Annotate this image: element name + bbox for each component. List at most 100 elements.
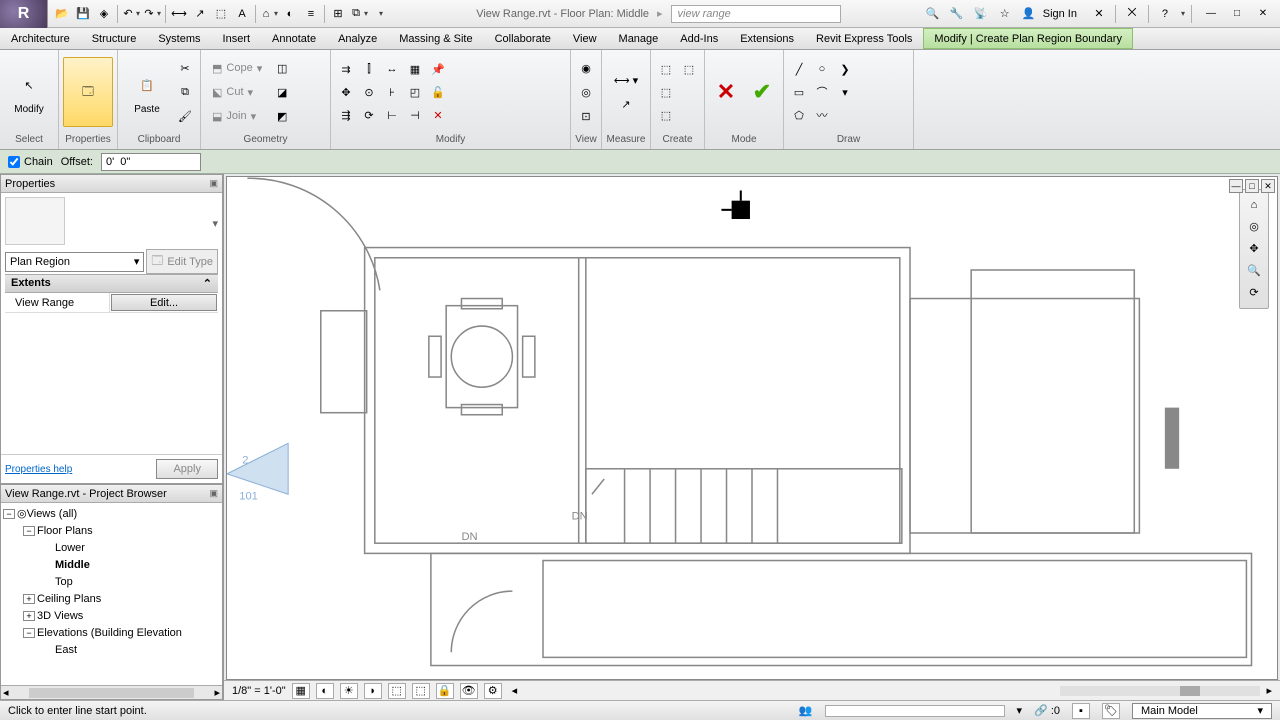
tab-architecture[interactable]: Architecture xyxy=(0,28,81,49)
geom2-icon[interactable]: ◪ xyxy=(271,81,293,103)
vc-detail-icon[interactable]: ▦ xyxy=(292,683,310,699)
canvas-min-icon[interactable]: — xyxy=(1229,179,1243,193)
text-icon[interactable]: A xyxy=(232,4,252,24)
tree-toggle-icon[interactable]: − xyxy=(3,509,15,519)
browser-scrollbar[interactable]: ◂▸ xyxy=(1,685,222,699)
tag-icon[interactable]: ⬚ xyxy=(211,4,231,24)
align-icon[interactable]: ⇉ xyxy=(335,58,357,80)
close-button[interactable]: ✕ xyxy=(1250,5,1276,23)
offset-input[interactable] xyxy=(101,153,201,171)
unpin-icon[interactable]: 🔓 xyxy=(427,81,449,103)
undo-icon[interactable]: ↶▾ xyxy=(121,4,141,24)
create2-icon[interactable]: ⬚ xyxy=(655,81,677,103)
save-icon[interactable]: 💾 xyxy=(73,4,93,24)
properties-help-link[interactable]: Properties help xyxy=(5,464,72,475)
pick-icon[interactable]: ❯ xyxy=(834,58,856,80)
vc-style-icon[interactable]: ◐ xyxy=(316,683,334,699)
copy-icon[interactable]: ⧉ xyxy=(174,81,196,103)
tab-modify-plan-region[interactable]: Modify | Create Plan Region Boundary xyxy=(923,28,1133,49)
minimize-button[interactable]: — xyxy=(1198,5,1224,23)
vc-sun-icon[interactable]: ☀ xyxy=(340,683,358,699)
favorite-icon[interactable]: ☆ xyxy=(995,4,1015,24)
canvas-close-icon[interactable]: ✕ xyxy=(1261,179,1275,193)
user-icon[interactable]: 👤 xyxy=(1019,4,1039,24)
vc-shadow-icon[interactable]: ◗ xyxy=(364,683,382,699)
view2-icon[interactable]: ◎ xyxy=(575,81,597,103)
spline-icon[interactable]: 〰 xyxy=(811,104,833,126)
browser-tree[interactable]: −◎ Views (all) −Floor Plans Lower Middle… xyxy=(1,503,222,685)
redo-icon[interactable]: ↷▾ xyxy=(142,4,162,24)
view-lower[interactable]: Lower xyxy=(3,539,220,556)
view1-icon[interactable]: ◉ xyxy=(575,57,597,79)
tab-collaborate[interactable]: Collaborate xyxy=(484,28,562,49)
switch-windows-icon[interactable]: ⧉▾ xyxy=(349,4,369,24)
editable-only-icon[interactable]: ▪ xyxy=(1072,703,1090,719)
properties-button[interactable]: 🗔 xyxy=(63,57,113,127)
rect-icon[interactable]: ▭ xyxy=(788,81,810,103)
measure-dim-icon[interactable]: ⟷ ▾ xyxy=(606,69,646,91)
chain-checkbox[interactable]: Chain xyxy=(8,156,53,168)
maximize-button[interactable]: □ xyxy=(1224,5,1250,23)
filter-icon[interactable]: 🏷 xyxy=(1102,703,1120,719)
keys-icon[interactable]: 🔧 xyxy=(947,4,967,24)
sync-icon[interactable]: ◈ xyxy=(94,4,114,24)
poly-icon[interactable]: ⬠ xyxy=(788,104,810,126)
canvas-max-icon[interactable]: □ xyxy=(1245,179,1259,193)
arc-icon[interactable]: ⌒ xyxy=(811,81,833,103)
draw-more-icon[interactable]: ▾ xyxy=(834,81,856,103)
create4-icon[interactable]: ⬚ xyxy=(678,58,700,80)
browser-header[interactable]: View Range.rvt - Project Browser▣ xyxy=(1,485,222,503)
tab-insert[interactable]: Insert xyxy=(212,28,262,49)
vc-lock-icon[interactable]: 🔒 xyxy=(436,683,454,699)
cancel-mode[interactable]: ✕ xyxy=(709,57,743,127)
close-windows-icon[interactable]: ⊞ xyxy=(328,4,348,24)
cut-geom-button[interactable]: ⬕ Cut ▾ xyxy=(205,81,269,103)
geom3-icon[interactable]: ◩ xyxy=(271,105,293,127)
mirror-pick-icon[interactable]: ↔ xyxy=(381,58,403,80)
tab-structure[interactable]: Structure xyxy=(81,28,148,49)
type-dropdown-icon[interactable]: ▾ xyxy=(212,217,218,230)
create3-icon[interactable]: ⬚ xyxy=(655,104,677,126)
search-input[interactable] xyxy=(671,5,841,23)
signin-link[interactable]: Sign In xyxy=(1043,8,1077,20)
finish-mode[interactable]: ✔ xyxy=(745,57,779,127)
cut-icon[interactable]: ✂ xyxy=(174,57,196,79)
modify-tool[interactable]: ↖Modify xyxy=(4,57,54,127)
section-icon[interactable]: ◐ xyxy=(280,4,300,24)
trim-single-icon[interactable]: ⊣ xyxy=(404,104,426,126)
infocenter-close-icon[interactable]: ⨉ xyxy=(1122,4,1142,24)
view-range-edit-button[interactable]: Edit... xyxy=(111,294,217,311)
join-button[interactable]: ⬓ Join ▾ xyxy=(205,105,269,127)
scale-icon[interactable]: ◰ xyxy=(404,81,426,103)
pin-icon[interactable]: ▣ xyxy=(209,178,218,189)
qat-customize-icon[interactable]: ▾ xyxy=(370,4,390,24)
tab-manage[interactable]: Manage xyxy=(608,28,670,49)
view3-icon[interactable]: ⊡ xyxy=(575,105,597,127)
circle-icon[interactable]: ○ xyxy=(811,58,833,80)
line-icon[interactable]: ╱ xyxy=(788,58,810,80)
thin-lines-icon[interactable]: ≡ xyxy=(301,4,321,24)
apply-button[interactable]: Apply xyxy=(156,459,218,479)
vc-temp-icon[interactable]: 👁 xyxy=(460,683,478,699)
properties-header[interactable]: Properties▣ xyxy=(1,175,222,193)
cope-button[interactable]: ⬒ Cope ▾ xyxy=(205,57,269,79)
view-middle[interactable]: Middle xyxy=(3,556,220,573)
tab-extensions[interactable]: Extensions xyxy=(729,28,805,49)
delete-icon[interactable]: ✕ xyxy=(427,104,449,126)
measure-align-icon[interactable]: ↗ xyxy=(606,93,646,115)
vc-crop-icon[interactable]: ⬚ xyxy=(388,683,406,699)
pin-icon[interactable]: 📌 xyxy=(427,58,449,80)
type-selector[interactable]: Plan Region▾ xyxy=(5,252,144,272)
tab-express[interactable]: Revit Express Tools xyxy=(805,28,923,49)
tab-addins[interactable]: Add-Ins xyxy=(669,28,729,49)
open-icon[interactable]: 📂 xyxy=(52,4,72,24)
move-icon[interactable]: ✥ xyxy=(335,81,357,103)
drawing-canvas[interactable]: — □ ✕ ⌂ ◎ ✥ 🔍 ⟳ xyxy=(226,176,1278,680)
copy-mod-icon[interactable]: ⊙ xyxy=(358,81,380,103)
edit-type-button[interactable]: 🗔 Edit Type xyxy=(146,249,218,274)
view3d-icon[interactable]: ⌂▾ xyxy=(259,4,279,24)
app-logo[interactable]: R xyxy=(0,0,48,28)
trim-extend-icon[interactable]: ⊦ xyxy=(381,81,403,103)
split-icon[interactable]: ⊢ xyxy=(381,104,403,126)
comm-icon[interactable]: 📡 xyxy=(971,4,991,24)
